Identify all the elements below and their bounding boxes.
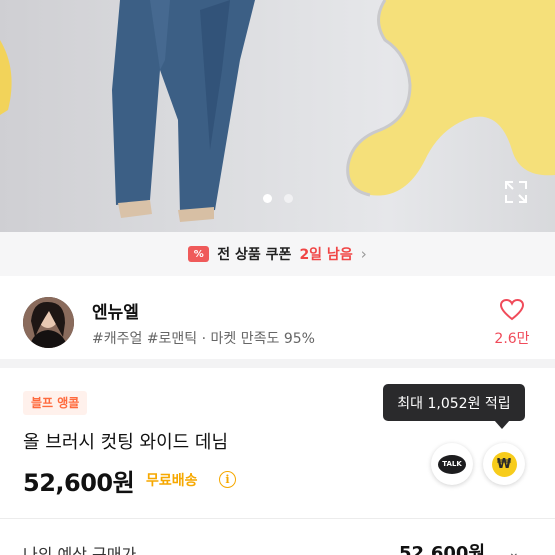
carousel-pagination [0,194,555,203]
talk-icon: TALK [438,454,466,474]
chevron-right-icon: › [360,245,367,263]
points-button[interactable]: ₩ [483,443,525,485]
like-button[interactable]: 2.6만 [488,298,536,348]
heart-icon [499,298,525,321]
won-label: ₩ [496,456,512,472]
like-count: 2.6만 [494,331,530,347]
coupon-text: 전 상품 쿠폰 [217,247,292,263]
divider [0,518,555,519]
won-coin-icon: ₩ [491,451,517,477]
carousel-dot-active[interactable] [262,194,272,203]
shop-info[interactable]: 엔뉴엘 #캐주얼 #로맨틱 · 마켓 만족도 95% 2.6만 [0,276,555,368]
coupon-banner[interactable]: % 전 상품 쿠폰 2일 남음 › [0,232,555,276]
product-name: 올 브러시 컷팅 와이드 데님 [23,432,229,453]
shop-avatar[interactable] [23,297,74,348]
expected-price-label: 나의 예상 구매가 [23,545,137,555]
info-icon[interactable]: i [219,471,236,488]
tooltip-arrow [494,420,510,429]
shipping-label: 무료배송 [146,473,198,489]
coupon-percent-icon: % [188,246,210,262]
product-price: 52,600원 [23,469,135,497]
talk-label: TALK [442,460,462,468]
carousel-dot[interactable] [283,194,293,203]
shop-tags: #캐주얼 #로맨틱 · 마켓 만족도 95% [92,331,315,347]
expand-icon[interactable] [503,179,529,205]
expected-price-value[interactable]: 52,600원 [399,539,485,555]
tooltip-text: 최대 1,052원 적립 [397,395,511,412]
kakao-talk-button[interactable]: TALK [431,443,473,485]
points-tooltip: 최대 1,052원 적립 [383,384,525,421]
product-image-carousel[interactable] [0,0,555,232]
shop-name[interactable]: 엔뉴엘 [92,298,139,323]
event-badge: 블프 앵콜 [23,391,88,415]
chevron-down-icon[interactable]: ⌄ [508,545,520,555]
coupon-remaining: 2일 남음 [299,247,353,263]
